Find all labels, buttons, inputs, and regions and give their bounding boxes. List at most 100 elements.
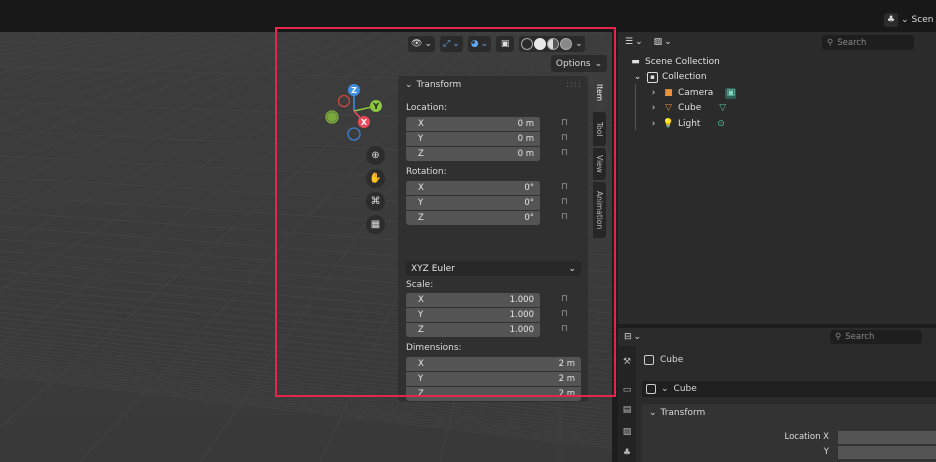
dimensions-label: Dimensions: xyxy=(406,343,462,353)
wireframe-shading-icon[interactable] xyxy=(521,38,534,50)
gizmo-toggle[interactable]: ⤢ ⌄ xyxy=(439,36,463,52)
transform-panel-header[interactable]: ⌄ Transform xyxy=(642,404,936,422)
outliner-item-camera[interactable]: › ■ Camera ▣ xyxy=(648,86,737,100)
tool-tab-icon[interactable]: ⚒ xyxy=(621,356,633,368)
material-shading-icon[interactable] xyxy=(547,38,560,50)
chevron-down-icon: ⌄ xyxy=(649,408,657,418)
object-icon xyxy=(644,355,654,365)
camera-icon: ⌘ xyxy=(370,196,381,207)
zoom-icon: ⊕ xyxy=(371,150,380,161)
transform-panel-header[interactable]: ⌄ Transform :::: xyxy=(398,76,588,93)
render-tab-icon[interactable]: ▭ xyxy=(621,384,633,396)
3d-viewport[interactable]: 👁⌄ ⤢⌄ ◕⌄ ▣ ⌄ Options ⌄ Z Y X ⊕ ✋ ⌘ ▦ xyxy=(0,32,612,462)
display-mode-button[interactable]: ☰ ⌄ xyxy=(622,34,646,50)
tab-tool[interactable]: Tool xyxy=(593,112,606,146)
scene-icon: ♣ xyxy=(884,13,898,27)
chevron-right-icon[interactable]: › xyxy=(648,103,659,114)
location-y-field[interactable]: Y0 m xyxy=(406,132,540,146)
tab-view[interactable]: View xyxy=(593,148,606,180)
editor-type-button[interactable]: ⊟ ⌄ xyxy=(621,329,645,345)
dimensions-x-field[interactable]: X2 m xyxy=(406,357,581,371)
lock-icon[interactable]: ⊓ xyxy=(561,133,571,145)
overlays-icon: ◕ xyxy=(470,39,479,49)
lock-icon[interactable]: ⊓ xyxy=(561,324,571,336)
properties-editor: ⊟ ⌄ ⚲ Search ⚒ ▭ ▤ ▧ ♣ Cube ⌄ Cube ⌄ Tran… xyxy=(618,328,936,462)
rotation-y-field[interactable]: Y 0° xyxy=(406,196,540,210)
collection-row[interactable]: ⌄ ▪ Collection xyxy=(632,70,707,84)
search-icon: ⚲ xyxy=(835,332,842,342)
grid-icon: ▦ xyxy=(370,219,381,230)
location-x-field[interactable]: X0 m xyxy=(406,117,540,131)
outliner-item-light[interactable]: › 💡 Light ⊙ xyxy=(648,117,726,131)
pan-tool[interactable]: ✋ xyxy=(366,169,385,188)
solid-shading-icon[interactable] xyxy=(534,38,547,50)
chevron-down-icon[interactable]: ⌄ xyxy=(575,39,583,49)
tree-line xyxy=(635,84,636,130)
lock-icon[interactable]: ⊓ xyxy=(561,197,571,209)
rotation-mode-select[interactable]: XYZ Euler ⌄ xyxy=(406,261,581,276)
visibility-button[interactable]: 👁 ⌄ xyxy=(408,36,435,52)
scene-tab-icon[interactable]: ♣ xyxy=(621,447,633,459)
sidebar-panel: ⌄ Transform :::: Location: X0 m Y0 m Z0 … xyxy=(398,76,588,402)
lock-icon[interactable]: ⊓ xyxy=(561,309,571,321)
chevron-down-icon: ⌄ xyxy=(568,263,576,274)
scene-collection-row[interactable]: ▬ Scene Collection xyxy=(630,55,720,69)
chevron-right-icon[interactable]: › xyxy=(648,119,659,130)
neg-z-handle[interactable] xyxy=(347,127,361,141)
location-z-field[interactable]: Z0 m xyxy=(406,147,540,161)
tab-animation[interactable]: Animation xyxy=(593,182,606,238)
collection-icon: ▪ xyxy=(647,71,658,83)
location-x-label: Location X xyxy=(784,432,829,442)
xray-icon: ▣ xyxy=(500,39,510,49)
rendered-shading-icon[interactable] xyxy=(560,38,573,50)
lock-icon[interactable]: ⊓ xyxy=(561,148,571,160)
scale-x-field[interactable]: X 1.000 xyxy=(406,293,540,307)
lock-icon[interactable]: ⊓ xyxy=(561,118,571,130)
camera-object-icon: ■ xyxy=(664,88,673,98)
z-axis-label: Z xyxy=(351,86,357,95)
scene-selector[interactable]: ♣ ⌄ Scen xyxy=(884,13,933,27)
chevron-down-icon[interactable]: ⌄ xyxy=(632,72,643,83)
neg-x-handle[interactable] xyxy=(337,94,351,108)
chevron-down-icon: ⌄ xyxy=(661,384,669,394)
scale-y-field[interactable]: Y 1.000 xyxy=(406,308,540,322)
lock-icon[interactable]: ⊓ xyxy=(561,294,571,306)
rotation-z-field[interactable]: Z 0° xyxy=(406,211,540,225)
xray-toggle[interactable]: ▣ xyxy=(496,36,515,52)
chevron-right-icon[interactable]: › xyxy=(648,88,659,99)
object-icon xyxy=(646,384,656,394)
camera-view-tool[interactable]: ⌘ xyxy=(366,192,385,211)
options-button[interactable]: Options ⌄ xyxy=(551,55,607,72)
eye-icon: 👁 xyxy=(411,39,423,49)
location-y-field[interactable] xyxy=(838,446,936,459)
location-y-label: Y xyxy=(823,447,829,457)
dimensions-y-field[interactable]: Y2 m xyxy=(406,372,581,386)
scale-z-field[interactable]: Z 1.000 xyxy=(406,323,540,337)
outliner-search-input[interactable]: ⚲ Search xyxy=(822,35,914,50)
object-name-field[interactable]: ⌄ Cube xyxy=(642,381,936,397)
perspective-toggle[interactable]: ▦ xyxy=(366,215,385,234)
camera-data-icon: ▣ xyxy=(725,87,737,99)
tab-item[interactable]: Item xyxy=(593,76,606,110)
hand-icon: ✋ xyxy=(369,173,382,184)
mesh-data-icon: ▽ xyxy=(719,103,727,113)
navigation-gizmo[interactable]: Z Y X xyxy=(318,81,388,143)
shading-modes: ⌄ xyxy=(519,36,585,52)
filter-button[interactable]: ▨ ⌄ xyxy=(650,34,675,50)
lock-icon[interactable]: ⊓ xyxy=(561,212,571,224)
collection-icon: ▬ xyxy=(631,57,640,67)
properties-search-input[interactable]: ⚲ Search xyxy=(830,330,922,344)
location-x-field[interactable] xyxy=(838,431,936,444)
scene-label: Scen xyxy=(911,15,934,25)
properties-transform-panel: ⌄ Transform Location X Y xyxy=(642,404,936,462)
location-label: Location: xyxy=(406,103,448,113)
rotation-x-field[interactable]: X 0° xyxy=(406,181,540,195)
overlays-toggle[interactable]: ◕ ⌄ xyxy=(467,36,492,52)
view-layer-tab-icon[interactable]: ▧ xyxy=(621,426,633,438)
lock-icon[interactable]: ⊓ xyxy=(561,182,571,194)
output-tab-icon[interactable]: ▤ xyxy=(621,404,633,416)
outliner-item-cube[interactable]: › ▽ Cube ▽ xyxy=(648,101,728,115)
dimensions-z-field[interactable]: Z2 m xyxy=(406,387,581,401)
zoom-tool[interactable]: ⊕ xyxy=(366,146,385,165)
drag-handle-icon[interactable]: :::: xyxy=(566,80,582,90)
